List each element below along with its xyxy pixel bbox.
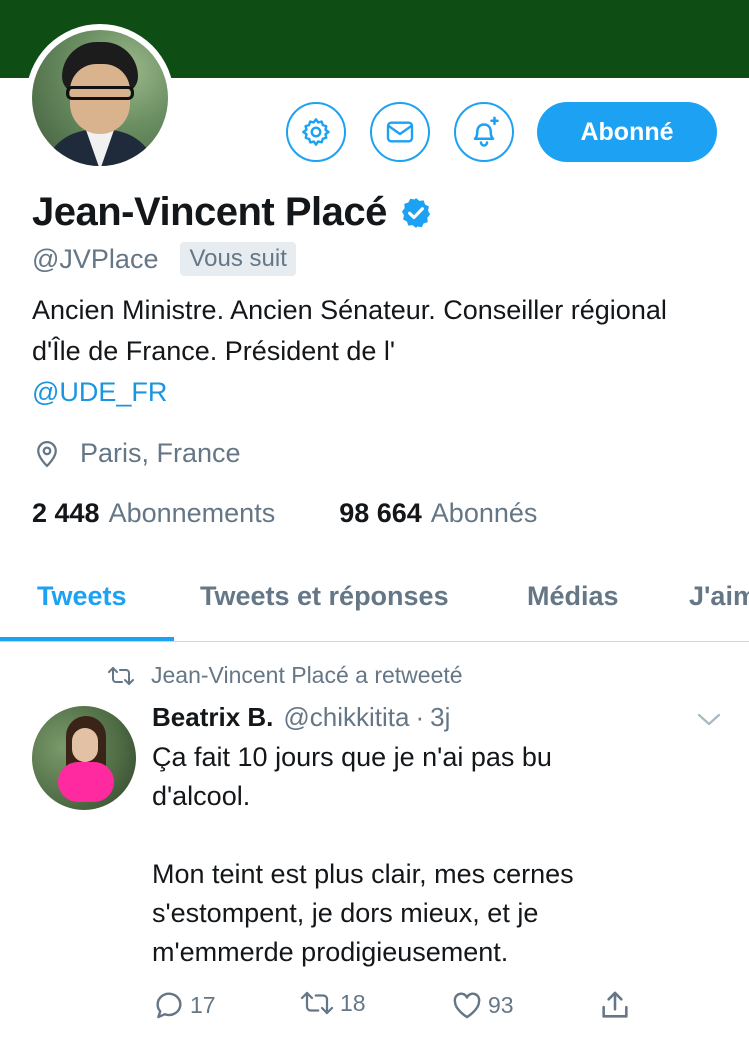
notifications-button[interactable] (454, 102, 514, 162)
settings-button[interactable] (286, 102, 346, 162)
verified-badge-icon (401, 197, 430, 228)
reply-icon (156, 992, 182, 1019)
gear-icon (302, 118, 330, 146)
following-count: 2 448 (32, 498, 100, 528)
reply-button[interactable]: 17 (152, 988, 216, 1022)
like-button[interactable]: 93 (450, 988, 514, 1022)
follows-you-badge: Vous suit (180, 242, 296, 276)
profile-handle-row: @JVPlace Vous suit (32, 242, 296, 276)
tweet-author-name[interactable]: Beatrix B. (152, 702, 273, 733)
retweet-count: 18 (340, 989, 366, 1016)
profile-bio: Ancien Ministre. Ancien Sénateur. Consei… (32, 290, 712, 413)
following-label: Abonnements (108, 498, 276, 528)
profile-handle: @JVPlace (32, 243, 159, 274)
bell-plus-icon (473, 116, 499, 147)
followers-label: Abonnés (430, 498, 538, 528)
profile-name-row: Jean-Vincent Placé (32, 190, 433, 235)
tab-media[interactable]: Médias (527, 581, 619, 612)
profile-location: Paris, France (32, 438, 241, 469)
tweet-header: Beatrix B. @chikkitita · 3j (152, 702, 450, 733)
envelope-icon (386, 121, 414, 143)
message-button[interactable] (370, 102, 430, 162)
following-stat[interactable]: 2 448 Abonnements (32, 498, 275, 529)
map-pin-icon (37, 440, 57, 467)
tweet-time[interactable]: 3j (430, 702, 450, 733)
location-text: Paris, France (80, 438, 241, 468)
like-count: 93 (488, 991, 514, 1018)
share-button[interactable] (598, 988, 636, 1022)
followers-count: 98 664 (339, 498, 422, 528)
follow-button[interactable]: Abonné (537, 102, 717, 162)
chevron-down-icon[interactable] (696, 710, 722, 728)
profile-stats: 2 448 Abonnements 98 664 Abonnés (32, 498, 537, 529)
tab-tweets[interactable]: Tweets (37, 581, 127, 612)
followers-stat[interactable]: 98 664 Abonnés (339, 498, 537, 529)
bio-mention-link[interactable]: @UDE_FR (32, 372, 712, 413)
tweet-text: Ça fait 10 jours que je n'ai pas bu d'al… (152, 742, 574, 967)
tweet-author-avatar[interactable] (32, 706, 136, 810)
tweet-separator: · (415, 702, 425, 732)
retweet-icon (108, 666, 134, 685)
share-icon (602, 991, 628, 1018)
tab-likes[interactable]: J'aime (689, 581, 749, 612)
tweet-author-handle[interactable]: @chikkitita (283, 702, 409, 733)
retweet-icon (300, 991, 334, 1015)
retweet-note: Jean-Vincent Placé a retweeté (151, 662, 463, 688)
bio-text: Ancien Ministre. Ancien Sénateur. Consei… (32, 295, 667, 366)
tweet-actions: 17 18 93 (152, 988, 652, 1028)
profile-name: Jean-Vincent Placé (32, 190, 387, 234)
profile-avatar[interactable] (26, 24, 174, 172)
active-tab-indicator (0, 637, 174, 641)
reply-count: 17 (190, 991, 216, 1018)
tab-tweets-replies[interactable]: Tweets et réponses (200, 581, 449, 612)
retweet-button[interactable]: 18 (298, 988, 366, 1018)
profile-tabs: Tweets Tweets et réponses Médias J'aime (0, 565, 749, 642)
retweet-context: Jean-Vincent Placé a retweeté (107, 662, 463, 689)
heart-icon (453, 992, 481, 1019)
